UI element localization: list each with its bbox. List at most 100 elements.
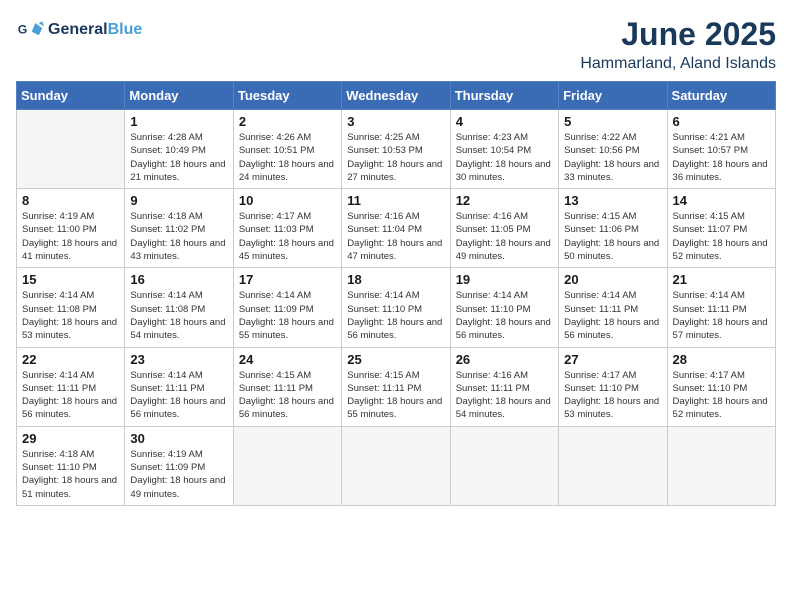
location-title: Hammarland, Aland Islands — [580, 55, 776, 73]
day-cell-22: 22 Sunrise: 4:14 AMSunset: 11:11 PMDayli… — [17, 347, 125, 426]
cell-content: Sunrise: 4:15 AMSunset: 11:11 PMDaylight… — [239, 370, 334, 421]
day-number: 12 — [456, 193, 553, 208]
logo: G GeneralBlue — [16, 16, 142, 44]
header-wednesday: Wednesday — [342, 82, 450, 110]
week-row-2: 8 Sunrise: 4:19 AMSunset: 11:00 PMDaylig… — [17, 189, 776, 268]
empty-cell — [667, 426, 775, 505]
calendar-header: SundayMondayTuesdayWednesdayThursdayFrid… — [17, 82, 776, 110]
day-cell-23: 23 Sunrise: 4:14 AMSunset: 11:11 PMDayli… — [125, 347, 233, 426]
month-title: June 2025 — [580, 16, 776, 53]
cell-content: Sunrise: 4:19 AMSunset: 11:09 PMDaylight… — [130, 449, 225, 500]
cell-content: Sunrise: 4:16 AMSunset: 11:05 PMDaylight… — [456, 211, 551, 262]
day-number: 8 — [22, 193, 119, 208]
day-number: 17 — [239, 272, 336, 287]
week-row-1: 1 Sunrise: 4:28 AMSunset: 10:49 PMDaylig… — [17, 110, 776, 189]
cell-content: Sunrise: 4:14 AMSunset: 11:10 PMDaylight… — [347, 290, 442, 341]
day-cell-1: 1 Sunrise: 4:28 AMSunset: 10:49 PMDaylig… — [125, 110, 233, 189]
day-cell-27: 27 Sunrise: 4:17 AMSunset: 11:10 PMDayli… — [559, 347, 667, 426]
header-sunday: Sunday — [17, 82, 125, 110]
empty-cell — [233, 426, 341, 505]
cell-content: Sunrise: 4:14 AMSunset: 11:09 PMDaylight… — [239, 290, 334, 341]
day-cell-30: 30 Sunrise: 4:19 AMSunset: 11:09 PMDayli… — [125, 426, 233, 505]
day-cell-18: 18 Sunrise: 4:14 AMSunset: 11:10 PMDayli… — [342, 268, 450, 347]
day-cell-3: 3 Sunrise: 4:25 AMSunset: 10:53 PMDaylig… — [342, 110, 450, 189]
day-cell-8: 8 Sunrise: 4:19 AMSunset: 11:00 PMDaylig… — [17, 189, 125, 268]
cell-content: Sunrise: 4:16 AMSunset: 11:04 PMDaylight… — [347, 211, 442, 262]
day-cell-12: 12 Sunrise: 4:16 AMSunset: 11:05 PMDayli… — [450, 189, 558, 268]
day-number: 27 — [564, 352, 661, 367]
cell-content: Sunrise: 4:18 AMSunset: 11:10 PMDaylight… — [22, 449, 117, 500]
page-header: G GeneralBlue June 2025 Hammarland, Alan… — [16, 16, 776, 73]
cell-content: Sunrise: 4:17 AMSunset: 11:10 PMDaylight… — [673, 370, 768, 421]
day-cell-19: 19 Sunrise: 4:14 AMSunset: 11:10 PMDayli… — [450, 268, 558, 347]
title-block: June 2025 Hammarland, Aland Islands — [580, 16, 776, 73]
empty-cell — [342, 426, 450, 505]
week-row-5: 29 Sunrise: 4:18 AMSunset: 11:10 PMDayli… — [17, 426, 776, 505]
day-number: 23 — [130, 352, 227, 367]
day-cell-14: 14 Sunrise: 4:15 AMSunset: 11:07 PMDayli… — [667, 189, 775, 268]
day-number: 20 — [564, 272, 661, 287]
logo-icon: G — [16, 16, 44, 44]
day-cell-5: 5 Sunrise: 4:22 AMSunset: 10:56 PMDaylig… — [559, 110, 667, 189]
day-number: 4 — [456, 114, 553, 129]
cell-content: Sunrise: 4:26 AMSunset: 10:51 PMDaylight… — [239, 132, 334, 183]
day-number: 2 — [239, 114, 336, 129]
day-number: 16 — [130, 272, 227, 287]
cell-content: Sunrise: 4:15 AMSunset: 11:11 PMDaylight… — [347, 370, 442, 421]
day-cell-6: 6 Sunrise: 4:21 AMSunset: 10:57 PMDaylig… — [667, 110, 775, 189]
day-cell-25: 25 Sunrise: 4:15 AMSunset: 11:11 PMDayli… — [342, 347, 450, 426]
day-cell-15: 15 Sunrise: 4:14 AMSunset: 11:08 PMDayli… — [17, 268, 125, 347]
header-friday: Friday — [559, 82, 667, 110]
cell-content: Sunrise: 4:14 AMSunset: 11:11 PMDaylight… — [564, 290, 659, 341]
day-number: 11 — [347, 193, 444, 208]
cell-content: Sunrise: 4:19 AMSunset: 11:00 PMDaylight… — [22, 211, 117, 262]
day-cell-9: 9 Sunrise: 4:18 AMSunset: 11:02 PMDaylig… — [125, 189, 233, 268]
cell-content: Sunrise: 4:14 AMSunset: 11:08 PMDaylight… — [130, 290, 225, 341]
empty-cell — [17, 110, 125, 189]
day-cell-16: 16 Sunrise: 4:14 AMSunset: 11:08 PMDayli… — [125, 268, 233, 347]
day-number: 5 — [564, 114, 661, 129]
day-number: 1 — [130, 114, 227, 129]
day-number: 21 — [673, 272, 770, 287]
day-cell-26: 26 Sunrise: 4:16 AMSunset: 11:11 PMDayli… — [450, 347, 558, 426]
header-saturday: Saturday — [667, 82, 775, 110]
day-number: 10 — [239, 193, 336, 208]
day-cell-17: 17 Sunrise: 4:14 AMSunset: 11:09 PMDayli… — [233, 268, 341, 347]
day-number: 28 — [673, 352, 770, 367]
day-cell-21: 21 Sunrise: 4:14 AMSunset: 11:11 PMDayli… — [667, 268, 775, 347]
cell-content: Sunrise: 4:14 AMSunset: 11:10 PMDaylight… — [456, 290, 551, 341]
cell-content: Sunrise: 4:23 AMSunset: 10:54 PMDaylight… — [456, 132, 551, 183]
week-row-4: 22 Sunrise: 4:14 AMSunset: 11:11 PMDayli… — [17, 347, 776, 426]
day-number: 18 — [347, 272, 444, 287]
day-number: 19 — [456, 272, 553, 287]
cell-content: Sunrise: 4:21 AMSunset: 10:57 PMDaylight… — [673, 132, 768, 183]
logo-text: GeneralBlue — [48, 20, 142, 39]
day-number: 9 — [130, 193, 227, 208]
day-cell-20: 20 Sunrise: 4:14 AMSunset: 11:11 PMDayli… — [559, 268, 667, 347]
day-number: 24 — [239, 352, 336, 367]
empty-cell — [450, 426, 558, 505]
week-row-3: 15 Sunrise: 4:14 AMSunset: 11:08 PMDayli… — [17, 268, 776, 347]
day-cell-13: 13 Sunrise: 4:15 AMSunset: 11:06 PMDayli… — [559, 189, 667, 268]
day-cell-29: 29 Sunrise: 4:18 AMSunset: 11:10 PMDayli… — [17, 426, 125, 505]
svg-text:G: G — [18, 23, 28, 37]
day-cell-2: 2 Sunrise: 4:26 AMSunset: 10:51 PMDaylig… — [233, 110, 341, 189]
day-number: 30 — [130, 431, 227, 446]
cell-content: Sunrise: 4:15 AMSunset: 11:06 PMDaylight… — [564, 211, 659, 262]
cell-content: Sunrise: 4:15 AMSunset: 11:07 PMDaylight… — [673, 211, 768, 262]
day-number: 14 — [673, 193, 770, 208]
day-number: 6 — [673, 114, 770, 129]
day-number: 15 — [22, 272, 119, 287]
cell-content: Sunrise: 4:14 AMSunset: 11:11 PMDaylight… — [22, 370, 117, 421]
cell-content: Sunrise: 4:14 AMSunset: 11:11 PMDaylight… — [130, 370, 225, 421]
day-number: 25 — [347, 352, 444, 367]
day-number: 26 — [456, 352, 553, 367]
day-number: 29 — [22, 431, 119, 446]
calendar: SundayMondayTuesdayWednesdayThursdayFrid… — [16, 81, 776, 506]
cell-content: Sunrise: 4:17 AMSunset: 11:03 PMDaylight… — [239, 211, 334, 262]
cell-content: Sunrise: 4:28 AMSunset: 10:49 PMDaylight… — [130, 132, 225, 183]
cell-content: Sunrise: 4:17 AMSunset: 11:10 PMDaylight… — [564, 370, 659, 421]
header-monday: Monday — [125, 82, 233, 110]
day-number: 3 — [347, 114, 444, 129]
cell-content: Sunrise: 4:18 AMSunset: 11:02 PMDaylight… — [130, 211, 225, 262]
